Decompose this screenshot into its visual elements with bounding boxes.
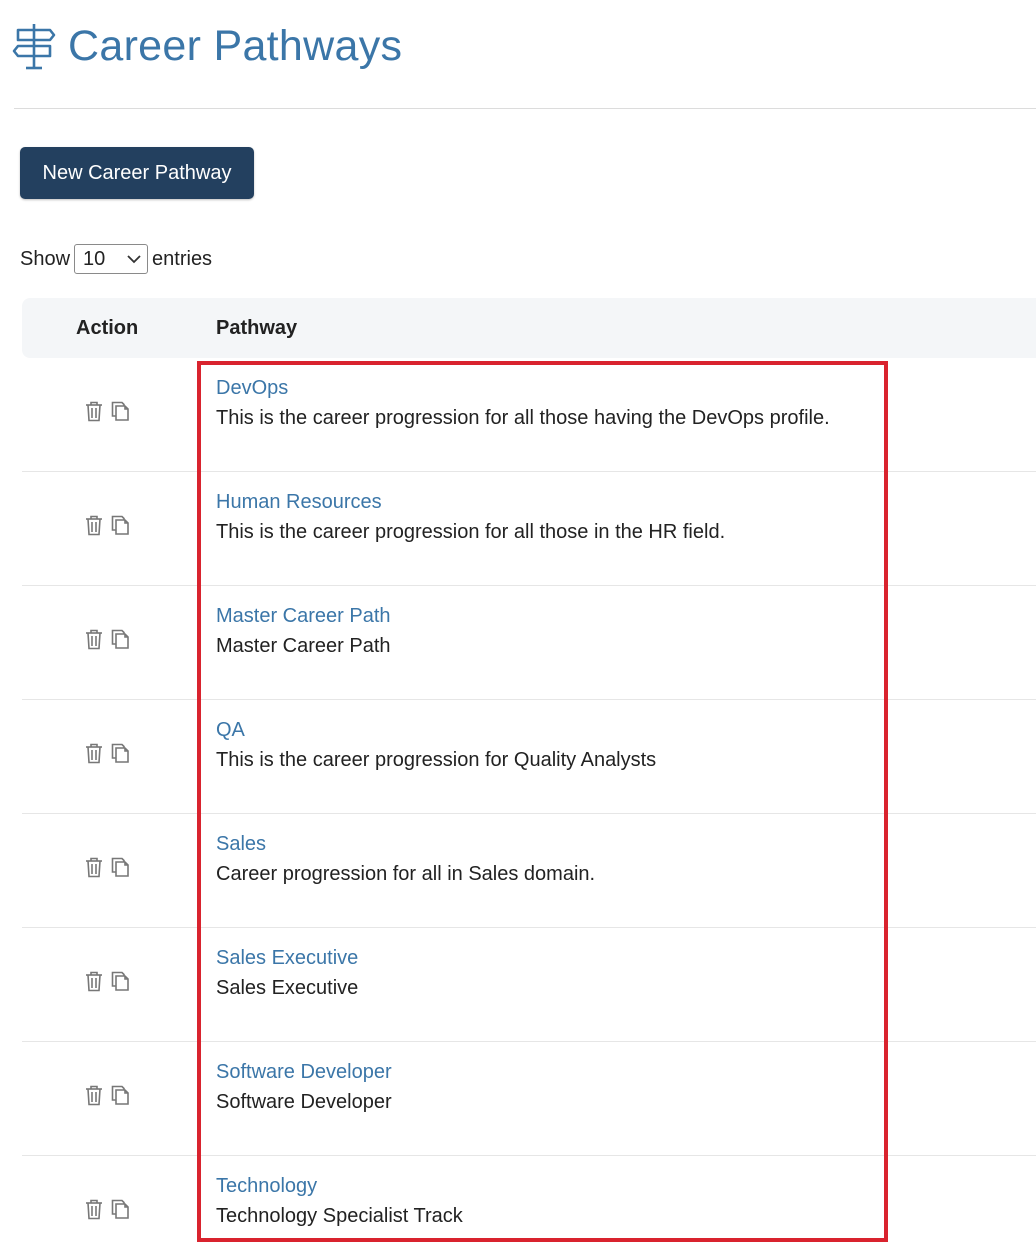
pathway-link[interactable]: Technology [216,1174,317,1198]
table-row: QA This is the career progression for Qu… [22,700,1036,814]
table-row: Human Resources This is the career progr… [22,472,1036,586]
trash-icon[interactable] [84,1084,104,1106]
pathway-link[interactable]: Master Career Path [216,604,391,628]
pathway-description: This is the career progression for all t… [216,521,726,543]
pathway-description: This is the career progression for Quali… [216,749,657,771]
trash-icon[interactable] [84,970,104,992]
table-row: Sales Career progression for all in Sale… [22,814,1036,928]
trash-icon[interactable] [84,628,104,650]
signpost-icon [12,24,56,70]
trash-icon[interactable] [84,514,104,536]
pathway-description: Technology Specialist Track [216,1205,463,1227]
row-actions [84,514,130,536]
copy-icon[interactable] [110,628,130,650]
table-row: Master Career Path Master Career Path [22,586,1036,700]
pathway-description: Master Career Path [216,635,391,657]
copy-icon[interactable] [110,856,130,878]
pathway-link[interactable]: Human Resources [216,490,382,514]
table-row: DevOps This is the career progression fo… [22,358,1036,472]
entries-per-page-value: 10 [83,247,106,270]
page-header: Career Pathways [12,18,402,74]
pathway-description: Career progression for all in Sales doma… [216,863,596,885]
pathway-description: Sales Executive [216,977,359,999]
column-header-action[interactable]: Action [76,298,138,358]
copy-icon[interactable] [110,514,130,536]
row-actions [84,970,130,992]
copy-icon[interactable] [110,1084,130,1106]
table-row: Technology Technology Specialist Track [22,1156,1036,1252]
copy-icon[interactable] [110,1198,130,1220]
pathway-link[interactable]: QA [216,718,245,742]
header-divider [14,108,1036,109]
row-actions [84,400,130,422]
copy-icon[interactable] [110,970,130,992]
row-actions [84,742,130,764]
row-actions [84,1084,130,1106]
entries-per-page-select[interactable]: 10 [74,244,149,274]
pathway-link[interactable]: Software Developer [216,1060,392,1084]
table-row: Software Developer Software Developer [22,1042,1036,1156]
pathways-table-body: DevOps This is the career progression fo… [22,358,1036,1252]
pathway-link[interactable]: DevOps [216,376,288,400]
new-career-pathway-button[interactable]: New Career Pathway [20,147,254,199]
trash-icon[interactable] [84,856,104,878]
table-header: Action Pathway [22,298,1036,358]
show-label: Show [20,247,71,270]
chevron-down-icon [127,255,141,264]
table-row: Sales Executive Sales Executive [22,928,1036,1042]
page-title: Career Pathways [68,22,403,70]
copy-icon[interactable] [110,742,130,764]
pathway-description: Software Developer [216,1091,392,1113]
row-actions [84,628,130,650]
pathway-description: This is the career progression for all t… [216,407,830,429]
pathway-link[interactable]: Sales Executive [216,946,358,970]
entries-length-menu: Show 10 entries [20,243,212,275]
trash-icon[interactable] [84,1198,104,1220]
copy-icon[interactable] [110,400,130,422]
pathway-link[interactable]: Sales [216,832,266,856]
row-actions [84,1198,130,1220]
row-actions [84,856,130,878]
trash-icon[interactable] [84,742,104,764]
trash-icon[interactable] [84,400,104,422]
entries-label: entries [152,247,213,270]
career-pathways-page: Career Pathways New Career Pathway Show … [0,0,1036,1253]
column-header-pathway[interactable]: Pathway [216,298,297,358]
